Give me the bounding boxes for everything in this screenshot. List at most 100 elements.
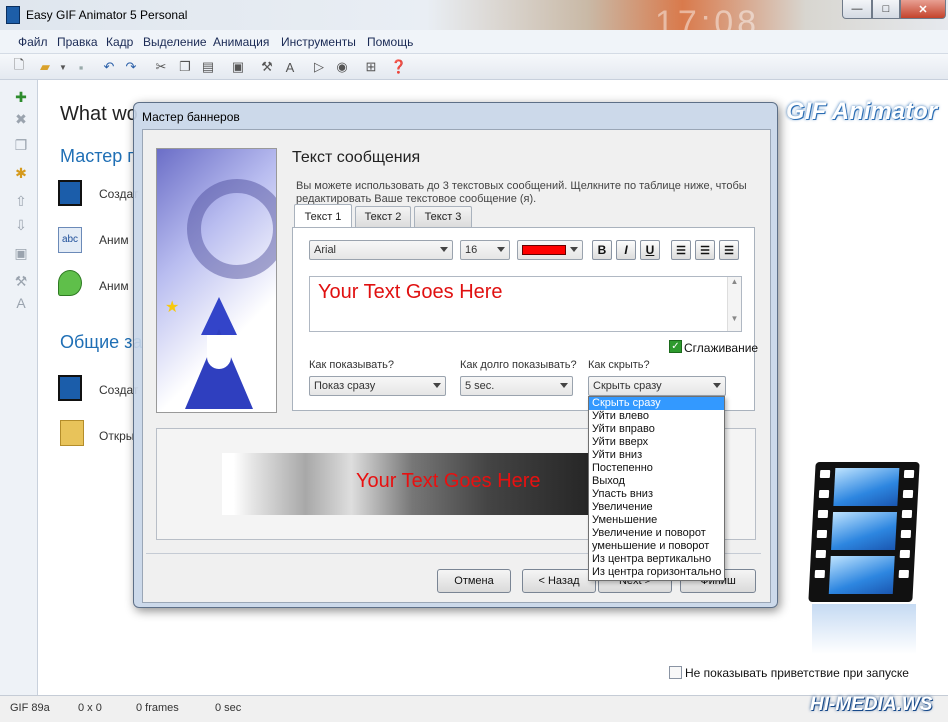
duration-select[interactable]: 5 sec.: [460, 376, 573, 396]
effect-icon[interactable]: ⚒: [12, 272, 30, 290]
duplicate-frame-icon[interactable]: ❐: [12, 136, 30, 154]
new-file-icon[interactable]: 🗋: [10, 57, 28, 76]
hide-option[interactable]: Уйти вверх: [589, 436, 724, 449]
hide-option[interactable]: Скрыть сразу: [589, 397, 724, 410]
close-button[interactable]: ✕: [900, 0, 946, 19]
show-mode-value: Показ сразу: [314, 380, 376, 392]
align-right-icon[interactable]: ☰: [719, 240, 739, 260]
hide-option[interactable]: Упасть вниз: [589, 488, 724, 501]
show-mode-select[interactable]: Показ сразу: [309, 376, 446, 396]
font-select[interactable]: Arial: [309, 240, 453, 260]
preview-text: Your Text Goes Here: [356, 470, 541, 492]
cut-icon[interactable]: ✂: [152, 58, 170, 76]
image-edit-icon[interactable]: ▣: [12, 244, 30, 262]
menu-tools[interactable]: Инструменты: [281, 35, 356, 49]
menu-help[interactable]: Помощь: [367, 35, 413, 49]
back-button[interactable]: < Назад: [522, 569, 596, 593]
dialog-heading: Текст сообщения: [292, 149, 421, 166]
no-show-welcome-label: Не показывать приветствие при запуске: [685, 666, 909, 680]
preview-icon[interactable]: ◉: [333, 58, 351, 76]
status-size: 0 x 0: [78, 702, 102, 714]
text-icon[interactable]: A: [281, 58, 299, 76]
dropdown-arrow-icon[interactable]: ▼: [54, 58, 72, 76]
maximize-button[interactable]: □: [872, 0, 900, 19]
hide-option[interactable]: Постепенно: [589, 462, 724, 475]
scroll-down-icon[interactable]: ▼: [728, 314, 741, 323]
dialog-description: Вы можете использовать до 3 текстовых со…: [296, 180, 747, 205]
paste-icon[interactable]: ▤: [199, 58, 217, 76]
hide-mode-select[interactable]: Скрыть сразу: [588, 376, 726, 396]
menu-edit[interactable]: Правка: [57, 35, 98, 49]
italic-button[interactable]: I: [616, 240, 636, 260]
smoothing-checkbox[interactable]: ✓: [669, 340, 682, 353]
hide-option[interactable]: Уменьшение: [589, 514, 724, 527]
wizard-item-animate-banner[interactable]: Аним: [99, 279, 129, 293]
open-folder-icon[interactable]: ▰: [36, 58, 54, 76]
hide-option[interactable]: Уйти вниз: [589, 449, 724, 462]
undo-icon[interactable]: ↶: [100, 58, 118, 76]
watermark: HI-MEDIA.WS: [810, 694, 933, 715]
hide-option[interactable]: Из центра горизонтально: [589, 566, 724, 579]
hide-option[interactable]: Из центра вертикально: [589, 553, 724, 566]
copy-icon[interactable]: ❐: [176, 58, 194, 76]
app-icon: [6, 6, 20, 24]
help-icon[interactable]: ❓: [390, 58, 408, 76]
align-center-icon[interactable]: ☰: [695, 240, 715, 260]
menu-file[interactable]: Файл: [18, 35, 48, 49]
bold-button[interactable]: B: [592, 240, 612, 260]
wizard-item-animate-text[interactable]: Аним: [99, 233, 129, 247]
redo-icon[interactable]: ↷: [122, 58, 140, 76]
hide-option[interactable]: Увеличение: [589, 501, 724, 514]
no-show-welcome-checkbox[interactable]: [669, 666, 682, 679]
message-text-area[interactable]: Your Text Goes Here ▲ ▼: [309, 276, 742, 332]
abc-text-icon: abc: [58, 227, 82, 253]
text-scrollbar[interactable]: ▲ ▼: [727, 277, 741, 331]
window-title: Easy GIF Animator 5 Personal: [26, 8, 188, 22]
banner-bubble-icon: [58, 270, 82, 296]
underline-button[interactable]: U: [640, 240, 660, 260]
align-buttons: ☰ ☰ ☰: [671, 240, 743, 260]
chevron-down-icon: [560, 383, 568, 388]
text-tool-icon[interactable]: A: [12, 294, 30, 312]
hide-option[interactable]: уменьшение и поворот: [589, 540, 724, 553]
image-icon[interactable]: ▣: [229, 58, 247, 76]
film-reel-graphic: [187, 179, 276, 279]
font-select-value: Arial: [314, 244, 337, 256]
magic-star-icon: ★: [165, 299, 180, 316]
add-frame-icon[interactable]: ✚: [12, 88, 30, 106]
message-text: Your Text Goes Here: [318, 281, 503, 303]
tab-text-2[interactable]: Текст 2: [355, 206, 411, 227]
hide-option[interactable]: Выход: [589, 475, 724, 488]
toolbar: 🗋 ▰ ▼ ▪ ↶ ↷ ✂ ❐ ▤ ▣ ⚒ A ▷ ◉ ⊞ ❓: [0, 54, 948, 80]
common-item-open[interactable]: Откры: [99, 429, 134, 443]
insert-frame-icon[interactable]: ✱: [12, 164, 30, 182]
font-size-select[interactable]: 16: [460, 240, 510, 260]
resize-icon[interactable]: ⊞: [362, 58, 380, 76]
minimize-button[interactable]: —: [842, 0, 872, 19]
dialog-title: Мастер баннеров: [142, 110, 240, 124]
text-tabs: Текст 1 Текст 2 Текст 3: [294, 204, 624, 228]
menu-selection[interactable]: Выделение: [143, 35, 207, 49]
move-up-icon[interactable]: ⇧: [12, 192, 30, 210]
magic-wand-icon[interactable]: ⚒: [258, 58, 276, 76]
folder-icon: [60, 420, 84, 446]
menu-animation[interactable]: Анимация: [213, 35, 269, 49]
play-icon[interactable]: ▷: [310, 58, 328, 76]
hide-mode-value: Скрыть сразу: [593, 380, 662, 392]
text-color-picker[interactable]: [517, 240, 583, 260]
move-down-icon[interactable]: ⇩: [12, 216, 30, 234]
hide-option[interactable]: Уйти влево: [589, 410, 724, 423]
tab-text-3[interactable]: Текст 3: [414, 206, 472, 227]
align-left-icon[interactable]: ☰: [671, 240, 691, 260]
cancel-button[interactable]: Отмена: [437, 569, 511, 593]
smoothing-label: Сглаживание: [684, 341, 759, 355]
save-icon[interactable]: ▪: [72, 58, 90, 76]
scroll-up-icon[interactable]: ▲: [728, 277, 741, 286]
brand-logo-text: GIF Animator: [786, 98, 938, 125]
font-size-value: 16: [465, 244, 478, 256]
tab-text-1[interactable]: Текст 1: [294, 204, 352, 228]
delete-frame-icon[interactable]: ✖: [12, 110, 30, 128]
hide-option[interactable]: Увеличение и поворот: [589, 527, 724, 540]
menu-frame[interactable]: Кадр: [106, 35, 133, 49]
hide-option[interactable]: Уйти вправо: [589, 423, 724, 436]
